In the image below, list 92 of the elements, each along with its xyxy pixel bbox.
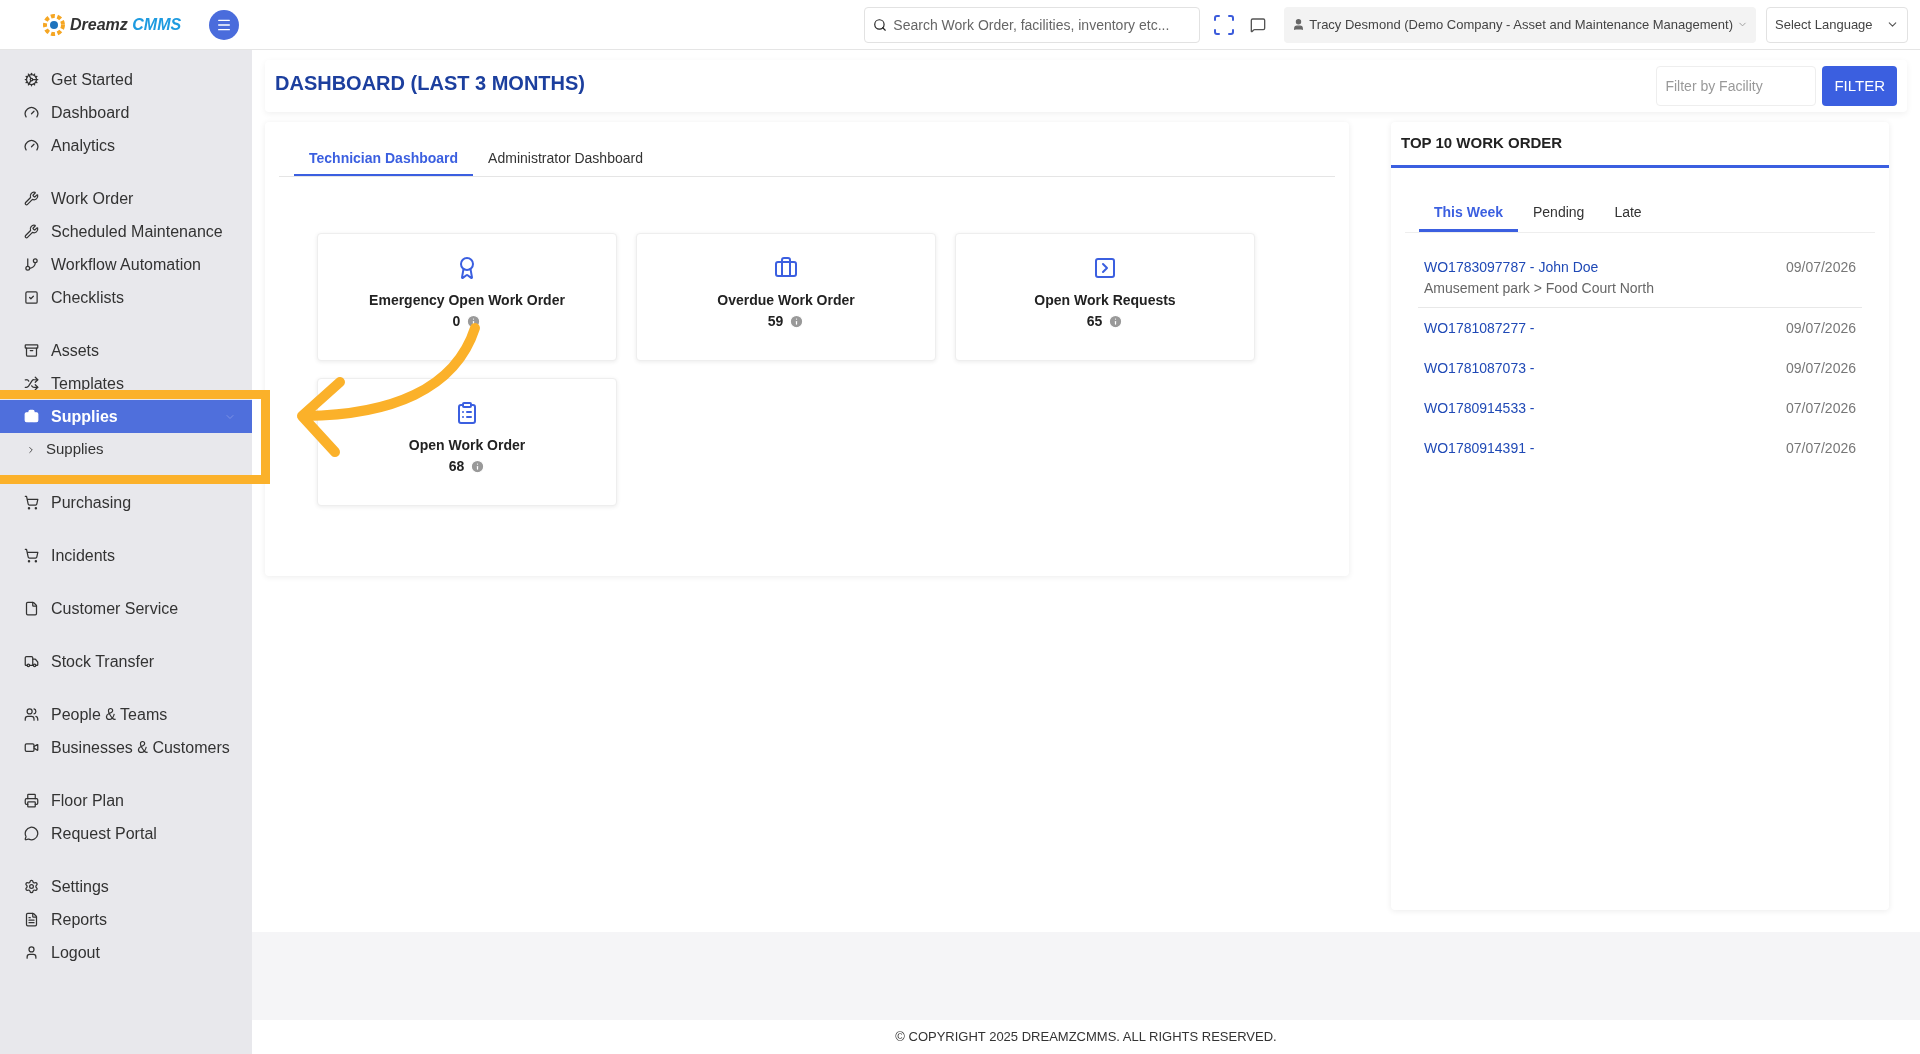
sidebar-item[interactable]: Settings xyxy=(0,870,252,903)
sidebar-item[interactable]: Checklists xyxy=(0,281,252,314)
branch-icon xyxy=(24,257,39,272)
sidebar-item[interactable]: Supplies xyxy=(0,400,252,433)
stat-value: 0 xyxy=(452,312,461,331)
work-order-link[interactable]: WO1781087073 - xyxy=(1424,357,1535,379)
copyright-text: © COPYRIGHT 2025 DREAMZCMMS. ALL RIGHTS RESERVED. xyxy=(895,1028,1277,1047)
menu-button[interactable] xyxy=(209,9,240,40)
user-icon xyxy=(24,945,39,960)
work-order-date: 09/07/2026 xyxy=(1785,358,1856,378)
filter-button[interactable]: FILTER xyxy=(1822,66,1897,106)
sidebar-item[interactable]: Businesses & Customers xyxy=(0,731,252,764)
cart-icon xyxy=(24,548,39,563)
sidebar-item[interactable]: Analytics xyxy=(0,129,252,162)
clipboard-icon xyxy=(455,401,479,425)
sidebar-item[interactable]: Assets xyxy=(0,334,252,367)
work-order-date: 09/07/2026 xyxy=(1785,318,1856,338)
work-order-tab[interactable]: Late xyxy=(1599,196,1657,232)
sidebar-item[interactable]: People & Teams xyxy=(0,698,252,731)
stat-value: 65 xyxy=(1086,312,1103,331)
briefcase-icon xyxy=(774,256,798,280)
page-title: DASHBOARD (LAST 3 MONTHS) xyxy=(275,71,585,96)
sidebar-item[interactable]: Purchasing xyxy=(0,486,252,519)
sidebar-item[interactable]: Scheduled Maintenance xyxy=(0,215,252,248)
info-icon[interactable] xyxy=(1108,314,1124,329)
stat-value: 68 xyxy=(448,457,465,476)
printer-icon xyxy=(24,793,39,808)
video-camera-icon xyxy=(24,740,39,755)
stat-card[interactable]: Open Work Order 68 xyxy=(317,378,617,506)
archive-icon xyxy=(24,343,39,358)
user-icon xyxy=(1292,18,1306,31)
info-icon[interactable] xyxy=(470,459,486,474)
panel-title: TOP 10 WORK ORDER xyxy=(1401,133,1563,154)
logo-icon xyxy=(42,12,66,37)
work-order-tab[interactable]: Pending xyxy=(1518,196,1600,232)
work-order-tab[interactable]: This Week xyxy=(1419,196,1518,232)
stat-card[interactable]: Overdue Work Order 59 xyxy=(636,233,936,361)
gauge-icon xyxy=(24,105,39,120)
checkbox-icon xyxy=(24,290,39,305)
cart-icon xyxy=(24,495,39,510)
sidebar-item[interactable]: Work Order xyxy=(0,182,252,215)
sidebar-item[interactable]: Templates xyxy=(0,367,252,400)
stat-title: Open Work Requests xyxy=(1034,291,1176,310)
sidebar-item[interactable]: Logout xyxy=(0,936,252,969)
user-menu[interactable]: Tracy Desmond (Demo Company - Asset and Maintenance Management) xyxy=(1284,6,1756,43)
wrench-icon xyxy=(24,224,39,239)
info-icon[interactable] xyxy=(789,314,805,329)
settings-icon xyxy=(24,879,39,894)
sidebar-item[interactable]: Get Started xyxy=(0,63,252,96)
work-order-date: 07/07/2026 xyxy=(1785,398,1856,418)
stat-card[interactable]: Open Work Requests 65 xyxy=(955,233,1255,361)
stat-title: Open Work Order xyxy=(408,436,526,455)
work-order-link[interactable]: WO1780914533 - xyxy=(1424,397,1535,419)
sidebar-item[interactable]: Customer Service xyxy=(0,592,252,625)
dashboard-tab[interactable]: Administrator Dashboard xyxy=(473,142,658,176)
sidebar-subitem[interactable]: Supplies xyxy=(0,433,252,466)
stat-card[interactable]: Emergency Open Work Order 0 xyxy=(317,233,617,361)
sidebar-item[interactable]: Workflow Automation xyxy=(0,248,252,281)
stat-title: Emergency Open Work Order xyxy=(369,291,565,310)
logo-text: Dreamz CMMS xyxy=(70,14,182,35)
file-icon xyxy=(24,601,39,616)
sidebar-item[interactable]: Incidents xyxy=(0,539,252,572)
stat-title: Overdue Work Order xyxy=(717,291,855,310)
shuffle-icon xyxy=(24,376,39,391)
sidebar-item[interactable]: Request Portal xyxy=(0,817,252,850)
users-icon xyxy=(24,707,39,722)
chat-icon[interactable] xyxy=(1250,16,1267,33)
work-order-location: Amusement park > Food Court North xyxy=(1424,279,1654,298)
truck-icon xyxy=(24,654,39,669)
sidebar-item[interactable]: Stock Transfer xyxy=(0,645,252,678)
facility-filter-field[interactable]: Filter by Facility xyxy=(1656,66,1817,106)
briefcase-icon xyxy=(24,409,39,424)
search-icon xyxy=(873,17,888,32)
dashboard-tab[interactable]: Technician Dashboard xyxy=(294,142,474,176)
sidebar-item[interactable]: Floor Plan xyxy=(0,784,252,817)
chat-bubble-icon xyxy=(24,826,39,841)
work-order-date: 07/07/2026 xyxy=(1785,438,1856,458)
work-order-link[interactable]: WO1780914391 - xyxy=(1424,437,1535,459)
work-order-link[interactable]: WO1781087277 - xyxy=(1424,317,1535,339)
gauge-icon xyxy=(24,138,39,153)
sidebar-item[interactable]: Reports xyxy=(0,903,252,936)
work-order-date: 09/07/2026 xyxy=(1785,258,1856,277)
chevron-right-icon xyxy=(26,444,36,455)
sidebar-item[interactable]: Dashboard xyxy=(0,96,252,129)
work-order-link[interactable]: WO1783097787 - John Doe xyxy=(1424,257,1654,278)
gears-icon xyxy=(24,72,39,87)
document-icon xyxy=(24,912,39,927)
wrench-icon xyxy=(24,191,39,206)
language-select[interactable]: Select Language xyxy=(1766,6,1908,43)
stat-value: 59 xyxy=(767,312,784,331)
search-field[interactable]: Search Work Order, facilities, inventory etc... xyxy=(864,6,1201,43)
scan-icon[interactable] xyxy=(1212,12,1237,37)
